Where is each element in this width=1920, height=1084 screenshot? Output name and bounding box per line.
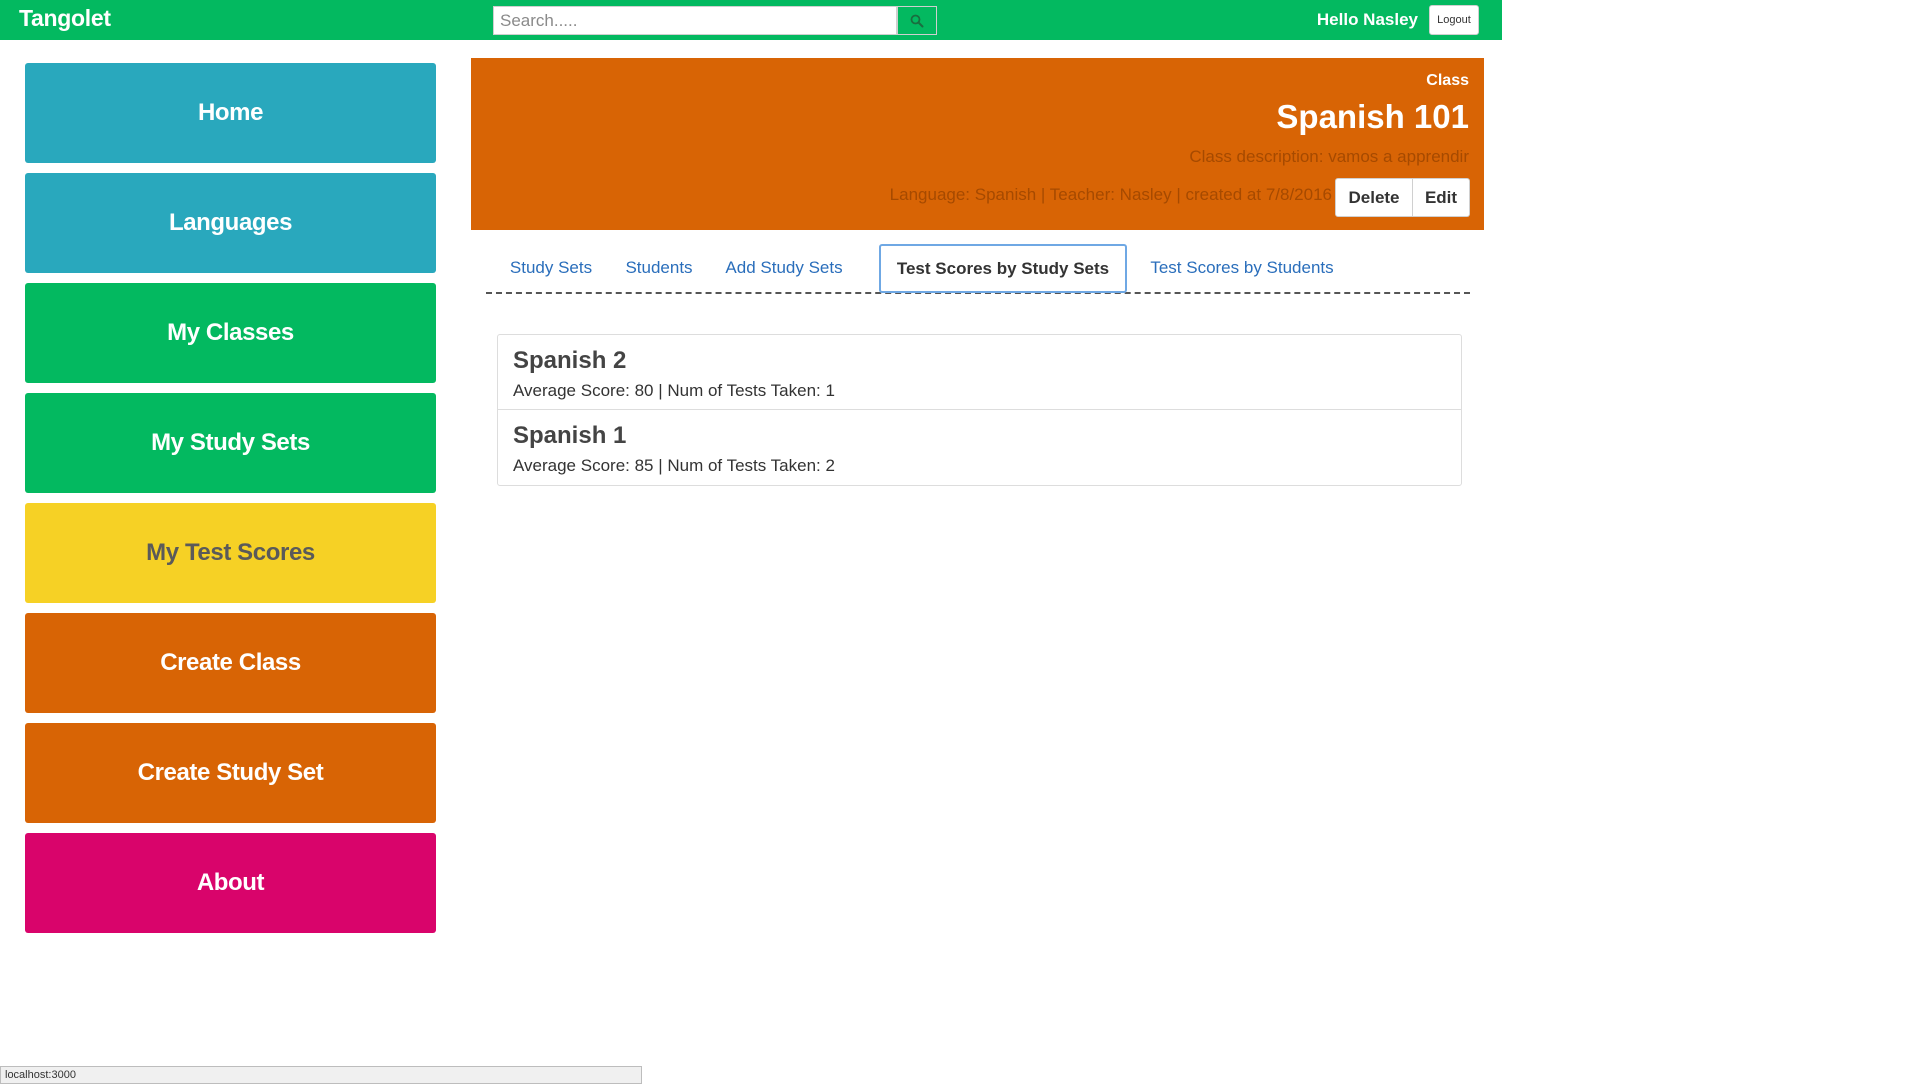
score-item-title: Spanish 2: [513, 347, 627, 374]
class-header-panel: Class Spanish 101 Class description: vam…: [471, 58, 1484, 230]
edit-button[interactable]: Edit: [1413, 178, 1470, 217]
sidebar-item-my-test-scores[interactable]: My Test Scores: [25, 503, 436, 603]
tab-students[interactable]: Students: [616, 244, 702, 291]
sidebar-item-languages[interactable]: Languages: [25, 173, 436, 273]
class-tabs: Study Sets Students Add Study Sets Test …: [486, 244, 1470, 294]
sidebar-item-create-class[interactable]: Create Class: [25, 613, 436, 713]
sidebar-item-my-classes[interactable]: My Classes: [25, 283, 436, 383]
score-item-title: Spanish 1: [513, 422, 627, 449]
tab-add-study-sets[interactable]: Add Study Sets: [712, 244, 856, 291]
class-actions: Delete Edit: [1335, 178, 1470, 217]
logout-button[interactable]: Logout: [1429, 5, 1479, 35]
score-item-detail: Average Score: 85 | Num of Tests Taken: …: [513, 456, 835, 475]
class-meta: Language: Spanish | Teacher: Nasley | cr…: [889, 185, 1332, 204]
search-button[interactable]: [897, 6, 937, 35]
search-input[interactable]: [493, 6, 897, 35]
list-item[interactable]: Spanish 1 Average Score: 85 | Num of Tes…: [498, 410, 1461, 485]
delete-button[interactable]: Delete: [1335, 178, 1413, 217]
sidebar-item-home[interactable]: Home: [25, 63, 436, 163]
tab-test-scores-by-students[interactable]: Test Scores by Students: [1139, 244, 1345, 291]
sidebar-nav: Home Languages My Classes My Study Sets …: [25, 63, 436, 943]
sidebar-item-my-study-sets[interactable]: My Study Sets: [25, 393, 436, 493]
sidebar-item-about[interactable]: About: [25, 833, 436, 933]
search-icon: [910, 14, 924, 27]
sidebar-item-create-study-set[interactable]: Create Study Set: [25, 723, 436, 823]
tab-study-sets[interactable]: Study Sets: [497, 244, 605, 291]
class-label: Class: [1426, 72, 1469, 89]
class-title: Spanish 101: [1276, 98, 1469, 135]
class-description: Class description: vamos a apprendir: [1189, 147, 1469, 166]
tab-test-scores-by-study-sets[interactable]: Test Scores by Study Sets: [879, 244, 1127, 293]
list-item[interactable]: Spanish 2 Average Score: 80 | Num of Tes…: [498, 335, 1461, 410]
brand-logo[interactable]: Tangolet: [19, 5, 111, 32]
browser-status-bar: localhost:3000: [0, 1066, 642, 1084]
score-list: Spanish 2 Average Score: 80 | Num of Tes…: [497, 334, 1462, 486]
user-greeting: Hello Nasley: [1316, 10, 1418, 29]
top-navbar: Tangolet Hello Nasley Logout: [0, 0, 1502, 40]
score-item-detail: Average Score: 80 | Num of Tests Taken: …: [513, 381, 835, 400]
